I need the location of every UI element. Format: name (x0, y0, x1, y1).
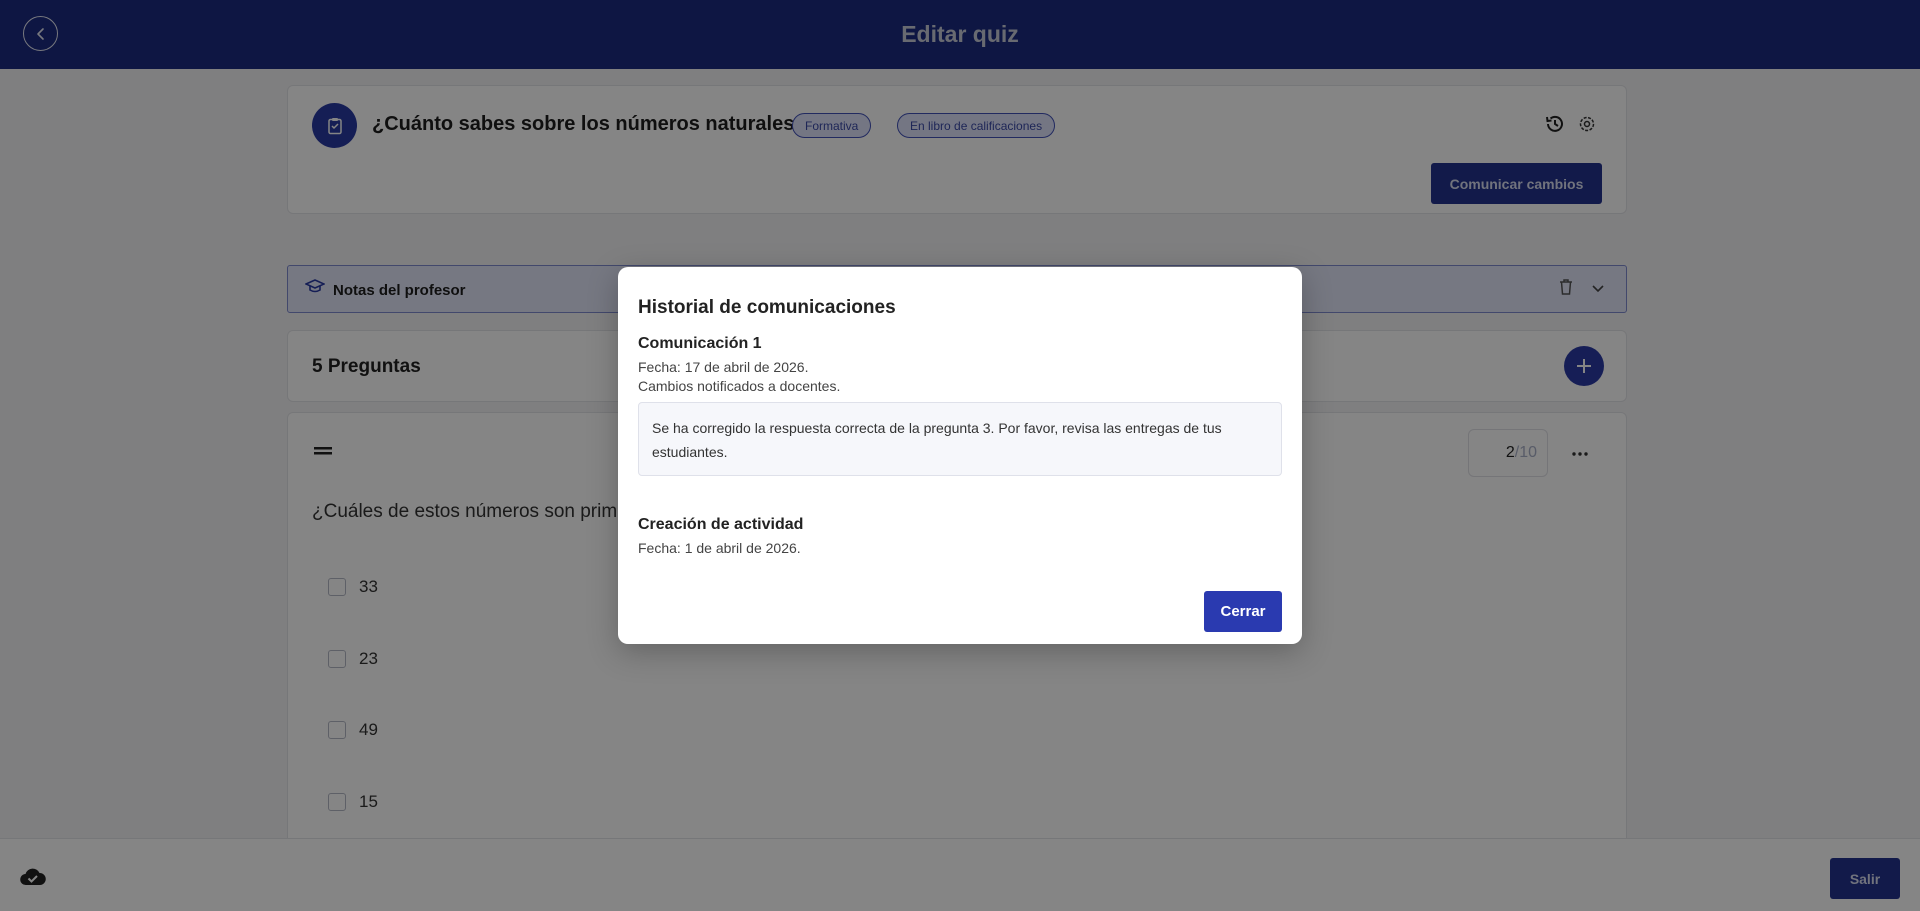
modal-title: Historial de comunicaciones (638, 297, 896, 318)
communication-date: Fecha: 17 de abril de 2026. (638, 359, 809, 375)
communication-message: Se ha corregido la respuesta correcta de… (638, 402, 1282, 476)
close-button[interactable]: Cerrar (1204, 591, 1282, 632)
creation-title: Creación de actividad (638, 516, 804, 533)
communications-history-modal: Historial de comunicaciones Comunicación… (618, 267, 1302, 644)
communication-note: Cambios notificados a docentes. (638, 378, 841, 394)
communication-title: Comunicación 1 (638, 335, 762, 352)
creation-date: Fecha: 1 de abril de 2026. (638, 540, 801, 556)
